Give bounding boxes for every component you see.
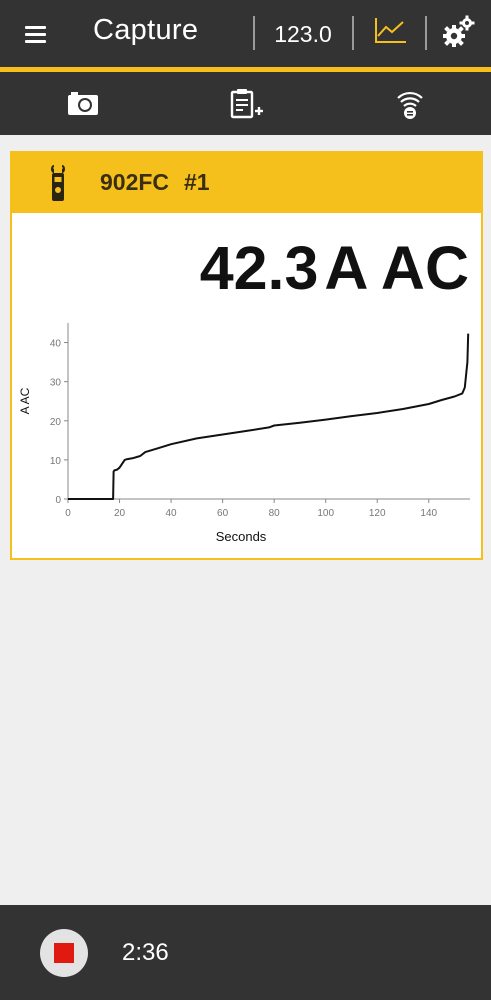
capture-screen: Capture 123.0 902FC #1 42.3A AC 0 10 20 … <box>0 0 491 1000</box>
x-tick-label: 140 <box>420 508 437 519</box>
top-app-bar: Capture 123.0 <box>0 0 491 72</box>
device-model: 902FC <box>100 169 170 195</box>
gears-icon[interactable] <box>440 14 476 50</box>
live-reading-button[interactable]: 123.0 <box>258 18 348 50</box>
line-graph-icon[interactable] <box>370 14 410 48</box>
x-tick-label: 100 <box>317 508 334 519</box>
divider <box>253 16 255 50</box>
stop-record-icon[interactable] <box>40 929 88 977</box>
page-title: Capture <box>93 14 199 46</box>
divider <box>352 16 354 50</box>
trend-chart: 0 10 20 30 40 0 20 40 60 80 100 120 140 Seconds A AC <box>18 323 470 544</box>
y-tick-label: 0 <box>55 495 61 506</box>
y-tick-label: 20 <box>50 417 62 428</box>
y-axis-label: A AC <box>18 387 32 414</box>
series-line <box>68 333 470 500</box>
reading-value: 42.3 <box>199 234 319 302</box>
x-tick-label: 20 <box>114 508 126 519</box>
x-tick-label: 120 <box>369 508 386 519</box>
x-tick-label: 80 <box>269 508 281 519</box>
reading-unit: A AC <box>324 234 469 302</box>
device-number: #1 <box>184 169 210 195</box>
y-tick-label: 30 <box>50 378 62 389</box>
y-tick-label: 40 <box>50 339 62 350</box>
action-toolbar <box>0 72 491 135</box>
device-card-header: 902FC #1 <box>12 153 481 213</box>
wireless-device-icon[interactable] <box>390 86 430 122</box>
x-tick-label: 40 <box>166 508 178 519</box>
x-axis-label: Seconds <box>216 529 267 544</box>
bottom-recording-bar: 2:36 <box>0 905 491 1000</box>
camera-icon[interactable] <box>64 86 104 122</box>
y-tick-label: 10 <box>50 456 62 467</box>
device-card[interactable]: 902FC #1 42.3A AC 0 10 20 30 40 0 20 40 60 80 100 1… <box>10 151 483 560</box>
hamburger-menu-icon[interactable] <box>22 22 52 46</box>
measurement-reading: 42.3A AC <box>200 233 469 303</box>
elapsed-time: 2:36 <box>122 939 169 966</box>
divider <box>425 16 427 50</box>
clipboard-add-icon[interactable] <box>227 86 267 122</box>
x-tick-label: 0 <box>65 508 71 519</box>
x-tick-label: 60 <box>217 508 229 519</box>
clamp-meter-icon <box>48 163 68 203</box>
